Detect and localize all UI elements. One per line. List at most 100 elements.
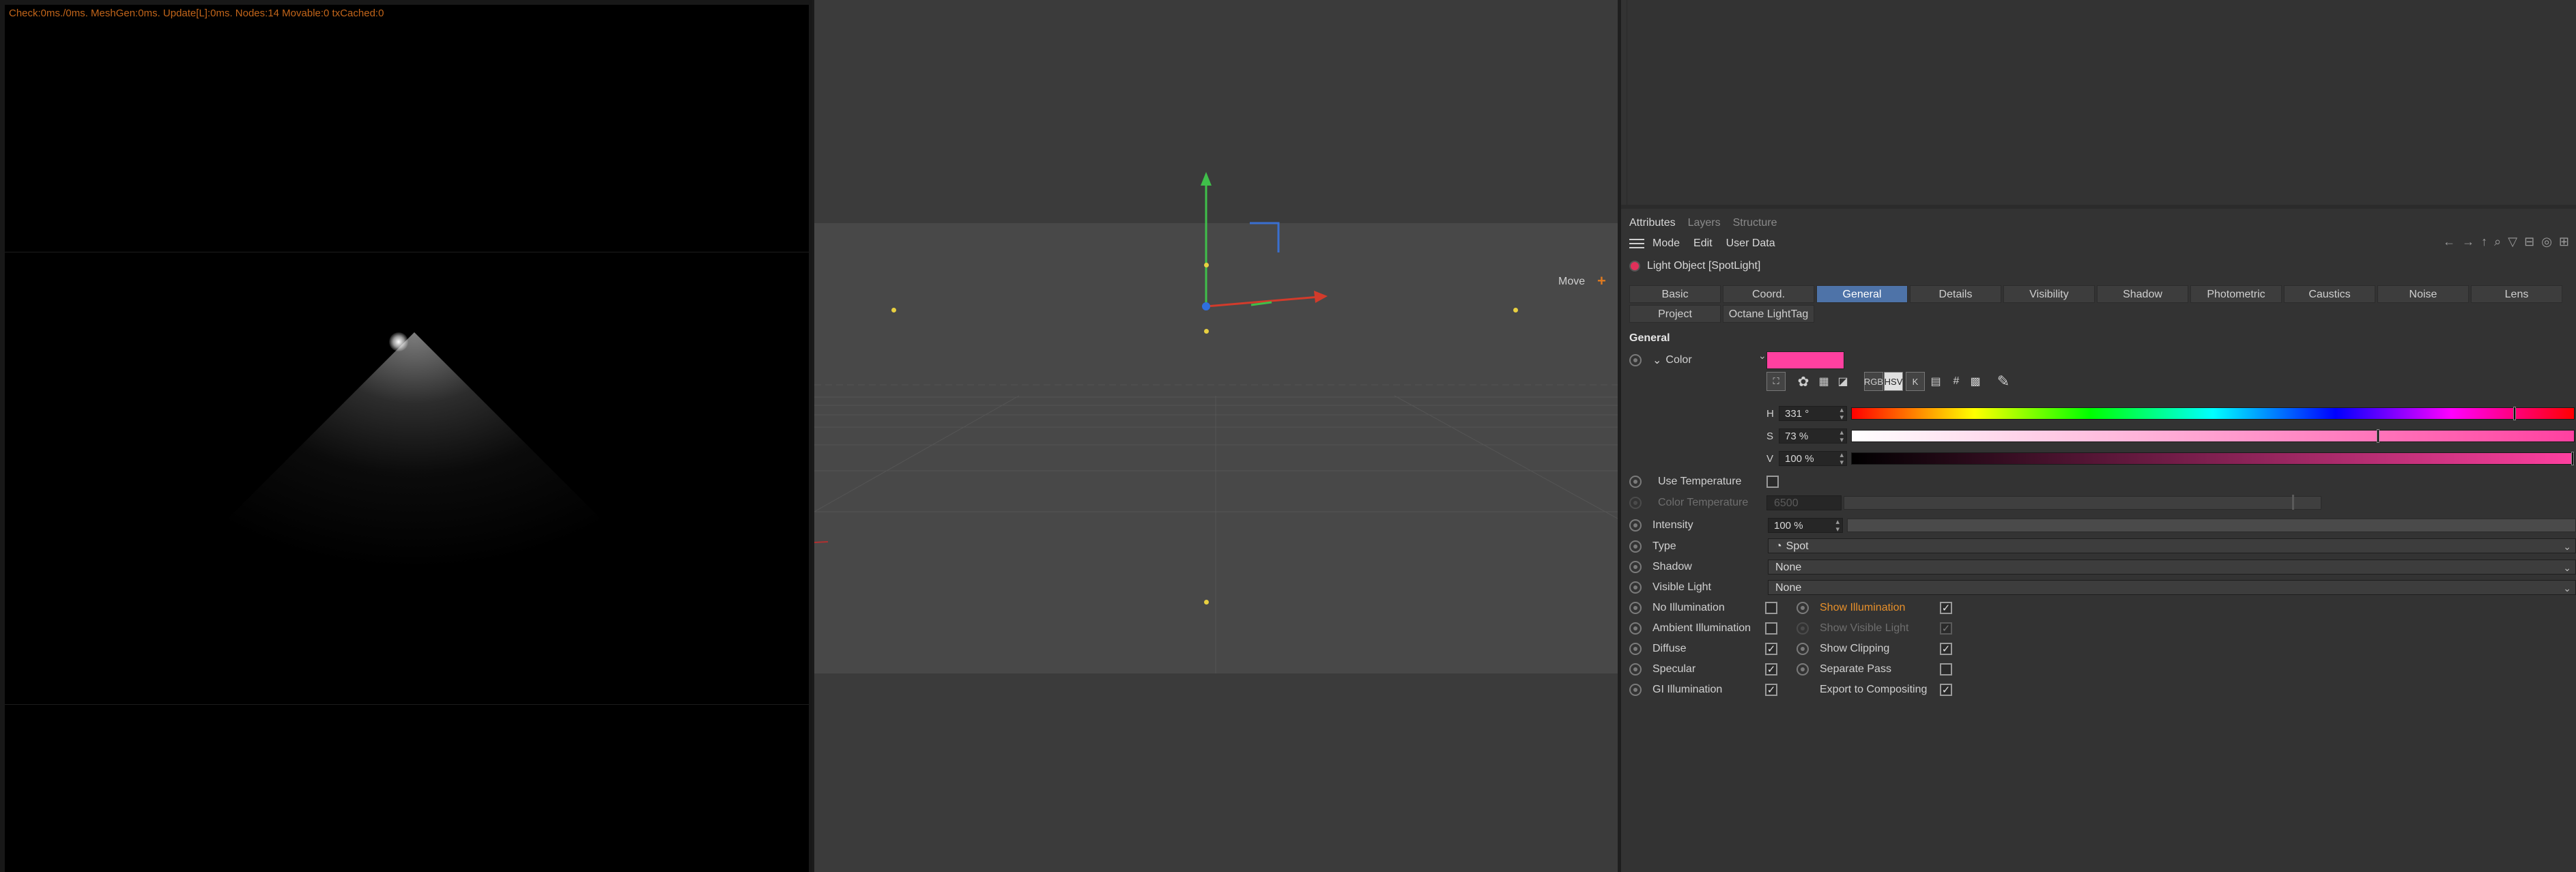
intensity-slider[interactable] (1847, 519, 2576, 532)
rgb-mode-button[interactable]: RGB (1864, 372, 1883, 391)
tab-lens[interactable]: Lens (2471, 285, 2562, 303)
menu-mode[interactable]: Mode (1652, 237, 1680, 250)
diffuse-checkbox[interactable]: ✓ (1765, 643, 1777, 655)
mixer-icon[interactable]: ▤ (1926, 372, 1945, 391)
chevron-down-icon: ⌄ (2563, 562, 2571, 573)
move-gizmo[interactable] (814, 0, 1618, 409)
value-marker[interactable] (2571, 452, 2574, 465)
intensity-field[interactable]: 100 % ▴ ▾ (1768, 518, 1843, 534)
shadow-dropdown[interactable]: None ⌄ (1768, 559, 2576, 575)
color-picker-mode-icon[interactable]: ⛶ (1766, 372, 1786, 391)
keyframe-icon[interactable] (1629, 663, 1642, 675)
filter-icon[interactable]: ▽ (2508, 235, 2517, 249)
new-panel-icon[interactable]: ⊞ (2559, 235, 2569, 249)
search-icon[interactable]: ⌕ (2494, 235, 2501, 249)
tab-shadow[interactable]: Shadow (2097, 285, 2188, 303)
type-dropdown[interactable]: ◔ Spot ⌄ (1768, 538, 2576, 553)
render-stats: Check:0ms./0ms. MeshGen:0ms. Update[L]:0… (9, 8, 384, 19)
saturation-field[interactable]: 73 % ▴ ▾ (1779, 428, 1847, 444)
hue-letter: H (1766, 407, 1774, 420)
tab-basic[interactable]: Basic (1629, 285, 1721, 303)
light-handle-inner[interactable] (1204, 329, 1209, 334)
keyframe-icon[interactable] (1797, 663, 1809, 675)
tab-structure[interactable]: Structure (1733, 214, 1777, 232)
separate-pass-checkbox[interactable] (1940, 663, 1952, 675)
tab-coord[interactable]: Coord. (1723, 285, 1814, 303)
saturation-slider[interactable] (1851, 429, 2575, 443)
show-clipping-checkbox[interactable]: ✓ (1940, 643, 1952, 655)
keyframe-icon[interactable] (1629, 684, 1642, 696)
color-swatch[interactable] (1766, 351, 1844, 369)
chevron-down-icon[interactable]: ⌄ (1758, 350, 1766, 362)
back-arrow-icon[interactable]: ← (2443, 235, 2455, 249)
keyframe-icon[interactable] (1797, 643, 1809, 655)
gi-illumination-checkbox[interactable]: ✓ (1765, 684, 1777, 696)
render-canvas[interactable]: Check:0ms./0ms. MeshGen:0ms. Update[L]:0… (5, 5, 809, 872)
light-handle-left[interactable] (891, 308, 896, 313)
forward-arrow-icon[interactable]: → (2462, 235, 2474, 249)
eyedropper-icon[interactable]: ✎ (1994, 372, 2013, 391)
spectrum-icon[interactable]: ▦ (1814, 372, 1833, 391)
saturation-marker[interactable] (2377, 429, 2380, 443)
tab-attributes[interactable]: Attributes (1629, 214, 1676, 232)
tab-details[interactable]: Details (1910, 285, 2001, 303)
tab-visibility[interactable]: Visibility (2003, 285, 2095, 303)
keyframe-icon[interactable] (1629, 561, 1642, 573)
image-icon[interactable]: ◪ (1833, 372, 1852, 391)
keyframe-icon[interactable] (1629, 581, 1642, 594)
swatches-icon[interactable]: ▩ (1966, 372, 1985, 391)
show-illumination-checkbox[interactable]: ✓ (1940, 602, 1952, 614)
perspective-viewport[interactable]: Move + (814, 0, 1618, 872)
target-icon[interactable]: ◎ (2541, 235, 2552, 249)
light-handle-top[interactable] (1204, 263, 1209, 267)
keyframe-icon[interactable] (1629, 643, 1642, 655)
hamburger-menu-icon[interactable] (1629, 239, 1644, 248)
light-handle-right[interactable] (1513, 308, 1518, 313)
color-temperature-value: 6500 (1774, 497, 1799, 509)
no-illumination-checkbox[interactable] (1765, 602, 1777, 614)
color-temperature-field: 6500 (1766, 495, 1842, 510)
keyframe-icon[interactable] (1629, 622, 1642, 635)
type-value: Spot (1786, 540, 1809, 552)
menu-edit[interactable]: Edit (1693, 237, 1713, 250)
color-wheel-icon[interactable]: ✿ (1794, 372, 1813, 391)
keyframe-icon[interactable] (1629, 476, 1642, 488)
object-manager[interactable] (1627, 0, 2576, 205)
intensity-value: 100 % (1774, 520, 1803, 532)
show-illumination-label: Show Illumination (1820, 602, 1906, 613)
kelvin-mode-button[interactable]: K (1906, 372, 1925, 391)
render-viewport[interactable]: Check:0ms./0ms. MeshGen:0ms. Update[L]:0… (0, 0, 812, 872)
keyframe-icon[interactable] (1629, 354, 1642, 366)
menu-user-data[interactable]: User Data (1726, 237, 1775, 250)
hue-value: 331 ° (1785, 408, 1809, 420)
tab-general[interactable]: General (1816, 285, 1908, 303)
keyframe-icon[interactable] (1629, 519, 1642, 532)
hue-slider[interactable] (1851, 407, 2575, 420)
chevron-down-icon[interactable]: ⌄ (1652, 353, 1661, 367)
use-temperature-checkbox[interactable] (1766, 476, 1779, 488)
tab-layers[interactable]: Layers (1688, 214, 1721, 232)
hue-marker[interactable] (2513, 407, 2516, 420)
value-slider[interactable] (1851, 452, 2575, 465)
export-to-compositing-checkbox[interactable]: ✓ (1940, 684, 1952, 696)
tab-octane-lighttag[interactable]: Octane LightTag (1723, 305, 1814, 323)
specular-checkbox[interactable]: ✓ (1765, 663, 1777, 675)
tab-noise[interactable]: Noise (2377, 285, 2469, 303)
hue-field[interactable]: 331 ° ▴ ▾ (1779, 406, 1847, 422)
show-visible-light-checkbox: ✓ (1940, 622, 1952, 635)
tab-caustics[interactable]: Caustics (2284, 285, 2375, 303)
value-field[interactable]: 100 % ▴ ▾ (1779, 451, 1847, 467)
up-arrow-icon[interactable]: ↑ (2481, 235, 2487, 249)
keyframe-icon[interactable] (1629, 602, 1642, 614)
light-handle-bottom[interactable] (1204, 600, 1209, 605)
keyframe-icon[interactable] (1629, 540, 1642, 553)
right-panel: Attributes Layers Structure Mode Edit Us… (1621, 0, 2576, 872)
ambient-illumination-checkbox[interactable] (1765, 622, 1777, 635)
visible-light-dropdown[interactable]: None ⌄ (1768, 580, 2576, 595)
keyframe-icon[interactable] (1797, 602, 1809, 614)
tab-project[interactable]: Project (1629, 305, 1721, 323)
hsv-mode-button[interactable]: HSV (1884, 372, 1903, 391)
hex-icon[interactable]: # (1947, 372, 1966, 391)
lock-icon[interactable]: ⊟ (2524, 235, 2534, 249)
tab-photometric[interactable]: Photometric (2190, 285, 2282, 303)
